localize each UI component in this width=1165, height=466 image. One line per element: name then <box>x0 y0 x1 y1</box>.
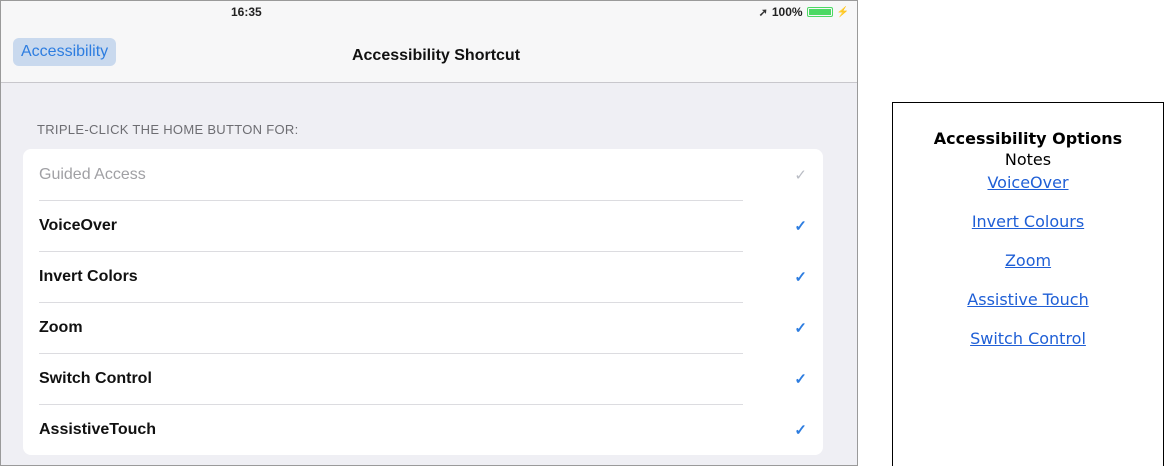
battery-percent: 100% <box>771 5 803 19</box>
checkmark-icon: ✓ <box>794 218 807 235</box>
notes-title: Accessibility Options <box>933 129 1123 148</box>
page-title: Accessibility Shortcut <box>351 47 521 64</box>
notes-link-invert-colours[interactable]: Invert Colours <box>893 212 1163 232</box>
notes-links: VoiceOver Invert Colours Zoom Assistive Tou… <box>893 173 1163 349</box>
option-row-zoom[interactable]: Zoom ✓ <box>23 302 823 353</box>
notes-subtitle: Notes <box>1004 150 1052 169</box>
checkmark-icon: ✓ <box>794 371 807 388</box>
status-bar: 16:35 ➚ 100% ⚡ <box>1 1 857 25</box>
checkmark-icon: ✓ <box>794 269 807 286</box>
option-row-invert-colors[interactable]: Invert Colors ✓ <box>23 251 823 302</box>
charging-bolt-icon: ⚡ <box>836 6 849 18</box>
section-header: TRIPLE-CLICK THE HOME BUTTON FOR: <box>37 122 299 137</box>
ipad-screenshot: 16:35 ➚ 100% ⚡ Accessibility Accessibili… <box>0 0 858 466</box>
notes-link-zoom[interactable]: Zoom <box>893 251 1163 271</box>
battery-icon <box>806 7 833 17</box>
option-row-switch-control[interactable]: Switch Control ✓ <box>23 353 823 404</box>
status-indicators: ➚ 100% ⚡ <box>759 5 849 19</box>
status-time: 16:35 <box>231 5 262 19</box>
option-label: AssistiveTouch <box>39 420 157 438</box>
checkmark-icon: ✓ <box>794 167 807 184</box>
option-label: VoiceOver <box>39 216 117 234</box>
option-label: Switch Control <box>39 369 152 387</box>
checkmark-icon: ✓ <box>794 320 807 337</box>
shortcut-options-list: Guided Access ✓ VoiceOver ✓ Invert Colors ✓ Zo… <box>23 149 823 455</box>
notes-link-switch-control[interactable]: Switch Control <box>893 329 1163 349</box>
option-label: Invert Colors <box>39 267 138 285</box>
option-row-voiceover[interactable]: VoiceOver ✓ <box>23 200 823 251</box>
notes-panel: Accessibility Options Notes VoiceOver Inv… <box>892 102 1164 466</box>
navigation-bar: Accessibility Accessibility Shortcut <box>1 25 857 83</box>
location-arrow-icon: ➚ <box>758 6 768 19</box>
notes-link-assistive-touch[interactable]: Assistive Touch <box>893 290 1163 310</box>
checkmark-icon: ✓ <box>794 422 807 439</box>
option-row-guided-access[interactable]: Guided Access ✓ <box>23 149 823 200</box>
option-row-assistivetouch[interactable]: AssistiveTouch ✓ <box>23 404 823 455</box>
option-label: Zoom <box>39 318 83 336</box>
option-label: Guided Access <box>39 165 146 183</box>
notes-link-voiceover[interactable]: VoiceOver <box>893 173 1163 193</box>
